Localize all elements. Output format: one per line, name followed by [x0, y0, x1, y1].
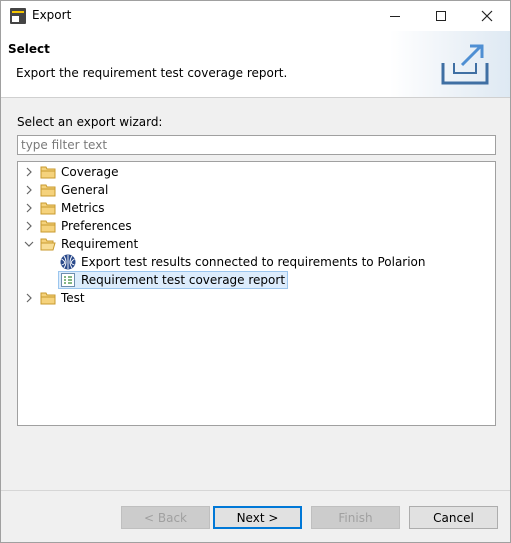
tree-item-label: Metrics [61, 201, 105, 215]
maximize-icon [436, 11, 446, 21]
minimize-icon [390, 15, 400, 17]
tree-item-requirement[interactable]: Requirement [24, 235, 138, 253]
tree-item-content: Export test results connected to require… [60, 254, 426, 270]
wizard-header: Select Export the requirement test cover… [1, 31, 510, 98]
wizard-tree[interactable]: Coverage General Metrics Preferences Req… [17, 161, 496, 426]
polarion-icon [60, 254, 76, 270]
back-button[interactable]: < Back [121, 506, 210, 529]
folder-icon [40, 292, 56, 305]
tree-item-content: Requirement test coverage report [58, 271, 289, 289]
folder-icon [40, 202, 56, 215]
chevron-down-icon[interactable] [24, 239, 34, 249]
tree-item-label: Preferences [61, 219, 132, 233]
minimize-button[interactable] [372, 1, 418, 31]
title-bar[interactable]: Export [1, 1, 510, 31]
footer-divider [1, 490, 510, 491]
finish-button[interactable]: Finish [311, 506, 400, 529]
page-description: Export the requirement test coverage rep… [16, 66, 288, 80]
tree-item-label: General [61, 183, 109, 197]
tree-item-polarion-export[interactable]: Export test results connected to require… [60, 253, 426, 271]
filter-input[interactable] [17, 135, 496, 155]
next-button[interactable]: Next > [213, 506, 302, 529]
tree-item-coverage[interactable]: Coverage [24, 163, 119, 181]
app-icon [10, 8, 26, 24]
tree-item-coverage-report[interactable]: Requirement test coverage report [58, 271, 289, 289]
tree-item-label: Requirement test coverage report [81, 273, 286, 287]
page-title: Select [8, 42, 50, 56]
chevron-right-icon[interactable] [24, 203, 34, 213]
folder-icon [40, 184, 56, 197]
tree-item-test[interactable]: Test [24, 289, 85, 307]
folder-icon [40, 220, 56, 233]
tree-item-general[interactable]: General [24, 181, 108, 199]
export-banner [390, 31, 510, 97]
chevron-right-icon[interactable] [24, 293, 34, 303]
report-icon [61, 273, 75, 287]
chevron-right-icon[interactable] [24, 185, 34, 195]
folder-open-icon [40, 238, 56, 251]
tree-item-label: Test [61, 291, 85, 305]
folder-icon [40, 166, 56, 179]
export-dialog: Export Select Export the requirement tes… [0, 0, 511, 543]
window-title: Export [32, 8, 72, 22]
tree-item-label: Export test results connected to require… [81, 255, 426, 269]
chevron-right-icon[interactable] [24, 167, 34, 177]
close-icon [481, 10, 493, 22]
tree-item-preferences[interactable]: Preferences [24, 217, 132, 235]
tree-item-label: Coverage [61, 165, 119, 179]
cancel-button[interactable]: Cancel [409, 506, 498, 529]
maximize-button[interactable] [418, 1, 464, 31]
select-wizard-label: Select an export wizard: [17, 115, 163, 129]
tree-item-label: Requirement [61, 237, 139, 251]
tree-item-metrics[interactable]: Metrics [24, 199, 105, 217]
export-wizard-icon [441, 44, 489, 85]
chevron-right-icon[interactable] [24, 221, 34, 231]
close-button[interactable] [464, 1, 510, 31]
